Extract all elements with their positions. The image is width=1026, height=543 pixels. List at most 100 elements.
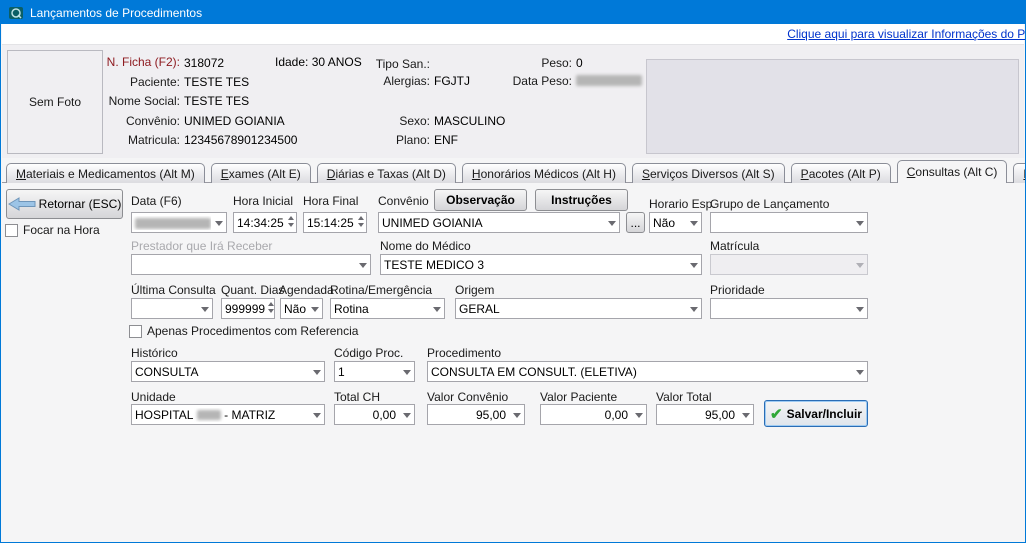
tab-exames[interactable]: Exames (Alt E) [211, 163, 311, 183]
app-icon [8, 5, 24, 21]
peso-value: 0 [576, 56, 583, 70]
procedures-window: Lançamentos de Procedimentos Clique aqui… [0, 0, 1026, 543]
tab-content-consultas: Retornar (ESC) Focar na Hora Data (F6) H… [2, 182, 1024, 541]
hora-inicial-label: Hora Inicial [233, 194, 293, 208]
valor-paciente-select[interactable]: 0,00 [540, 404, 647, 425]
hora-inicial-spinner[interactable]: 14:34:25 [233, 212, 297, 233]
dropdown-arrow-icon [429, 299, 444, 318]
plano-label: Plano: [342, 133, 430, 147]
ultima-consulta-select[interactable] [131, 298, 213, 319]
unidade-select[interactable]: HOSPITAL - MATRIZ [131, 404, 325, 425]
unidade-label: Unidade [131, 390, 176, 404]
data-peso-redacted-value [576, 75, 642, 86]
convenio-info-label: Convênio: [97, 114, 180, 128]
dropdown-arrow-icon [604, 213, 619, 232]
check-icon: ✔ [770, 405, 783, 423]
focar-na-hora-checkbox[interactable]: Focar na Hora [5, 223, 100, 237]
quant-dias-label: Quant. Dias [221, 283, 284, 297]
paciente-value: TESTE TES [184, 75, 249, 89]
valor-total-label: Valor Total [656, 390, 712, 404]
data-label: Data (F6) [131, 194, 182, 208]
spinner-arrows-icon[interactable] [287, 213, 296, 232]
hora-final-spinner[interactable]: 15:14:25 [303, 212, 367, 233]
peso-label: Peso: [502, 56, 572, 70]
horario-esp-select[interactable]: Não [649, 212, 702, 233]
data-redacted-value [135, 218, 211, 229]
dropdown-arrow-icon [307, 299, 322, 318]
checkbox-box[interactable] [5, 224, 18, 237]
paciente-label: Paciente: [97, 75, 180, 89]
dropdown-arrow-icon [309, 362, 324, 381]
agendada-select[interactable]: Não [280, 298, 323, 319]
retornar-button[interactable]: Retornar (ESC) [6, 189, 123, 219]
back-arrow-icon [8, 197, 36, 211]
historico-select[interactable]: CONSULTA [131, 361, 325, 382]
prestador-label: Prestador que Irá Receber [131, 239, 272, 253]
unidade-redacted-part [197, 410, 221, 420]
matricula-info-label: Matricula: [97, 133, 180, 147]
procedimento-select[interactable]: CONSULTA EM CONSULT. (ELETIVA) [427, 361, 868, 382]
dropdown-arrow-icon [686, 255, 701, 274]
dropdown-arrow-icon [686, 299, 701, 318]
instrucoes-button[interactable]: Instruções [535, 189, 628, 211]
salvar-incluir-button[interactable]: ✔ Salvar/Incluir [764, 400, 868, 427]
dropdown-arrow-icon [686, 213, 701, 232]
tipo-san-label: Tipo San.: [342, 57, 430, 71]
tab-materiais[interactable]: Materiais e Medicamentos (Alt M) [6, 163, 205, 183]
tab-diarias[interactable]: Diárias e Taxas (Alt D) [317, 163, 456, 183]
rotina-emergencia-select[interactable]: Rotina [330, 298, 445, 319]
tab-pacotes[interactable]: Pacotes (Alt P) [791, 163, 891, 183]
dropdown-arrow-icon [355, 255, 370, 274]
prioridade-select[interactable] [710, 298, 868, 319]
ficha-value: 318072 [184, 56, 224, 70]
observacao-button[interactable]: Observação [434, 189, 527, 211]
nome-social-value: TESTE TES [184, 94, 249, 108]
nome-social-label: Nome Social: [97, 94, 180, 108]
dropdown-arrow-icon [399, 405, 414, 424]
total-ch-label: Total CH [334, 390, 380, 404]
valor-total-select[interactable]: 95,00 [656, 404, 754, 425]
convenio-select[interactable]: UNIMED GOIANIA [378, 212, 620, 233]
checkbox-box[interactable] [129, 325, 142, 338]
photo-placeholder: Sem Foto [7, 50, 103, 154]
more-options-button[interactable]: ... [626, 212, 645, 233]
dropdown-arrow-icon [631, 405, 646, 424]
convenio-label: Convênio [378, 194, 429, 208]
data-select[interactable] [131, 212, 227, 233]
grupo-lancamento-select[interactable] [710, 212, 868, 233]
plano-value: ENF [434, 133, 458, 147]
patient-info-link[interactable]: Clique aqui para visualizar Informações … [787, 27, 1026, 41]
total-ch-select[interactable]: 0,00 [334, 404, 415, 425]
origem-select[interactable]: GERAL [455, 298, 702, 319]
matricula-label: Matrícula [710, 239, 759, 253]
valor-convenio-select[interactable]: 95,00 [427, 404, 525, 425]
dropdown-arrow-icon [852, 213, 867, 232]
grupo-lancamento-label: Grupo de Lançamento [710, 197, 829, 211]
dropdown-arrow-icon [399, 362, 414, 381]
patient-header: Sem Foto N. Ficha (F2): 318072 Paciente:… [2, 44, 1024, 158]
tab-kits[interactable]: Kits (Alt K) [1013, 163, 1026, 183]
quant-dias-spinner[interactable]: 999999 [221, 298, 275, 319]
codigo-proc-label: Código Proc. [334, 346, 403, 360]
apenas-referencia-checkbox[interactable]: Apenas Procedimentos com Referencia [129, 324, 358, 338]
dropdown-arrow-icon [852, 362, 867, 381]
dropdown-arrow-icon [738, 405, 753, 424]
alergias-label: Alergias: [342, 74, 430, 88]
prestador-select[interactable] [131, 254, 371, 275]
nome-medico-select[interactable]: TESTE MEDICO 3 [380, 254, 702, 275]
tab-honorarios[interactable]: Honorários Médicos (Alt H) [462, 163, 626, 183]
valor-paciente-label: Valor Paciente [540, 390, 617, 404]
spinner-arrows-icon[interactable] [268, 299, 274, 318]
codigo-proc-select[interactable]: 1 [334, 361, 415, 382]
hora-final-label: Hora Final [303, 194, 358, 208]
origem-label: Origem [455, 283, 494, 297]
spinner-arrows-icon[interactable] [357, 213, 366, 232]
ultima-consulta-label: Última Consulta [131, 283, 216, 297]
ficha-label: N. Ficha (F2): [97, 55, 180, 69]
convenio-info-value: UNIMED GOIANIA [184, 114, 285, 128]
dropdown-arrow-icon [211, 213, 226, 232]
tab-consultas[interactable]: Consultas (Alt C) [897, 160, 1008, 183]
valor-convenio-label: Valor Convênio [427, 390, 508, 404]
nome-medico-label: Nome do Médico [380, 239, 471, 253]
tab-servicos[interactable]: Serviços Diversos (Alt S) [632, 163, 785, 183]
